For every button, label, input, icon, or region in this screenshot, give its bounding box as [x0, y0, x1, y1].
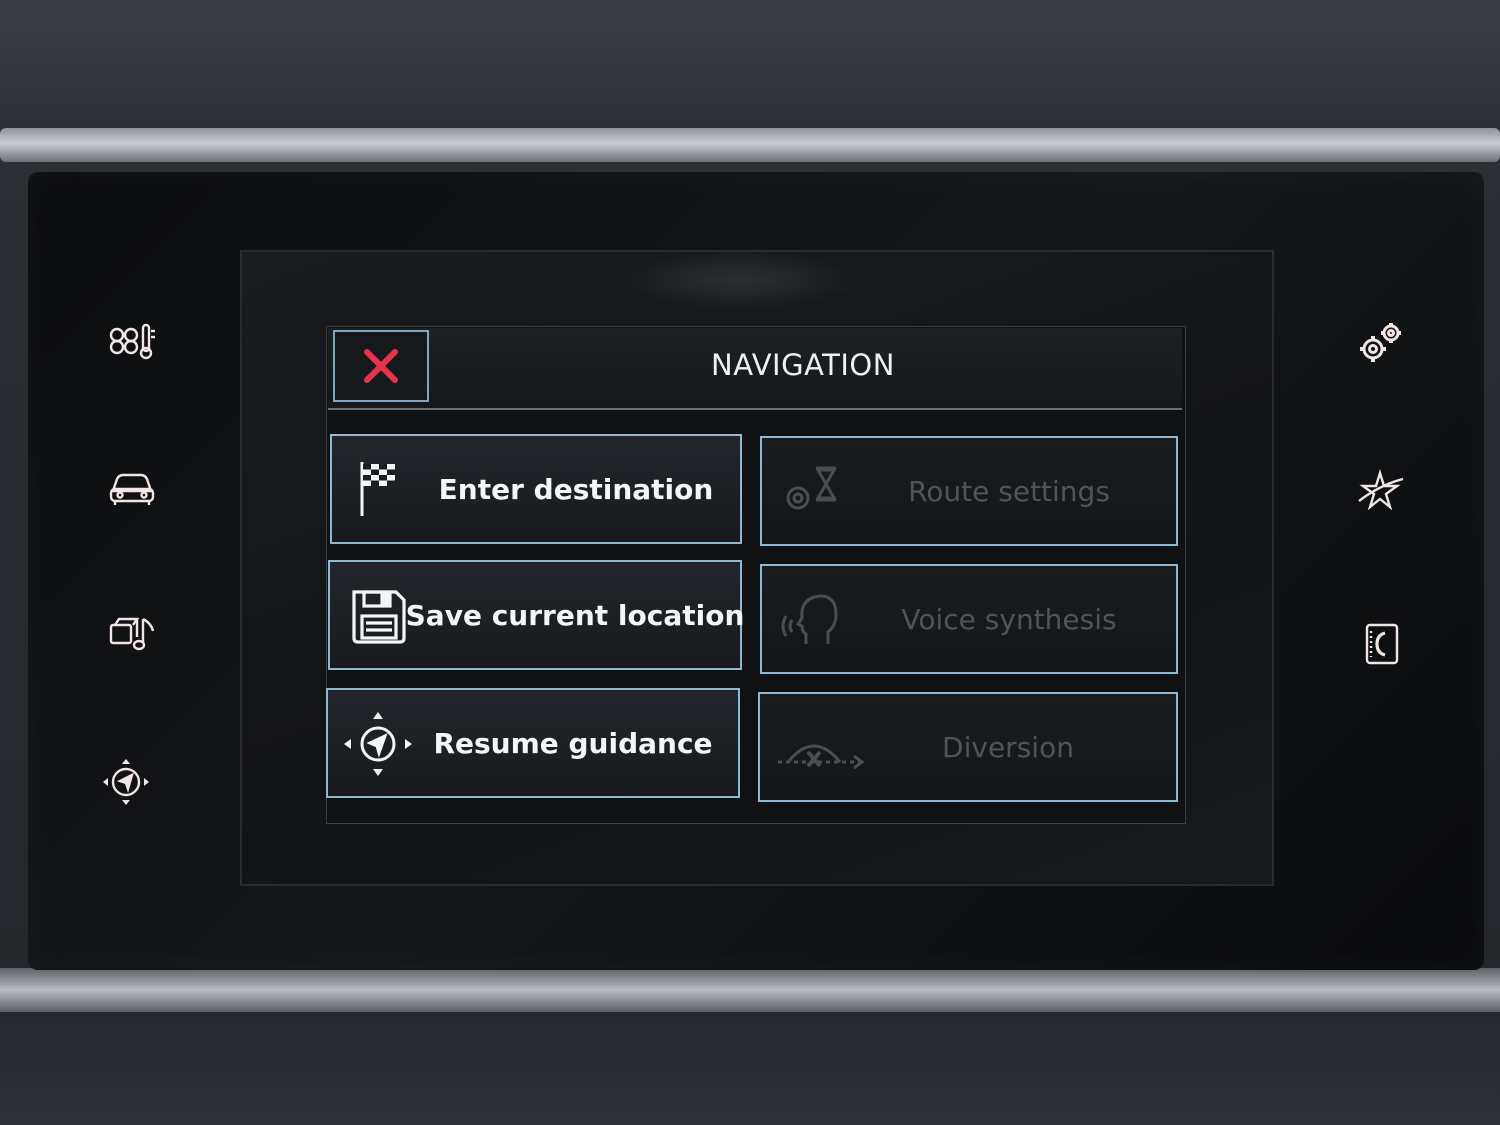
connected-services-icon: [1358, 468, 1404, 511]
climate-button[interactable]: [92, 300, 172, 380]
close-button[interactable]: [333, 330, 429, 402]
resume-guidance-button[interactable]: Resume guidance: [326, 688, 740, 798]
menu-item-label: Resume guidance: [433, 726, 713, 760]
compass-navigation-icon: [342, 708, 412, 778]
menu-item-label: Route settings: [908, 474, 1110, 508]
close-icon: [364, 349, 398, 383]
navigation-icon: [103, 759, 149, 805]
voice-head-icon: [776, 584, 846, 654]
media-icon: [109, 617, 155, 651]
settings-icon: [1360, 323, 1401, 362]
vehicle-icon: [109, 473, 155, 505]
menu-item-label: Voice synthesis: [901, 602, 1117, 636]
phone-icon: [1365, 623, 1399, 665]
checkered-flag-icon: [346, 454, 416, 524]
media-button[interactable]: [92, 594, 172, 674]
route-settings-icon: [776, 456, 846, 526]
climate-icon: [109, 323, 155, 360]
save-current-location-button[interactable]: Save current location: [328, 560, 745, 670]
voice-synthesis-button[interactable]: Voice synthesis: [760, 564, 1178, 674]
vehicle-button[interactable]: [92, 446, 172, 526]
enter-destination-button[interactable]: Enter destination: [330, 434, 742, 544]
diversion-button[interactable]: Diversion: [758, 692, 1178, 802]
page-title: NAVIGATION: [711, 348, 895, 382]
settings-button[interactable]: [1340, 304, 1420, 384]
menu-item-label: Enter destination: [438, 472, 714, 506]
navigation-button[interactable]: [86, 742, 166, 822]
floppy-disk-icon: [344, 580, 414, 650]
phone-button[interactable]: [1342, 604, 1422, 684]
route-settings-button[interactable]: Route settings: [760, 436, 1178, 546]
dashboard-trim-top: [0, 128, 1500, 162]
menu-item-label: Save current location: [405, 598, 745, 632]
menu-item-label: Diversion: [942, 730, 1074, 764]
dashboard-trim-bottom: [0, 968, 1500, 1012]
connected-services-button[interactable]: [1340, 452, 1420, 532]
